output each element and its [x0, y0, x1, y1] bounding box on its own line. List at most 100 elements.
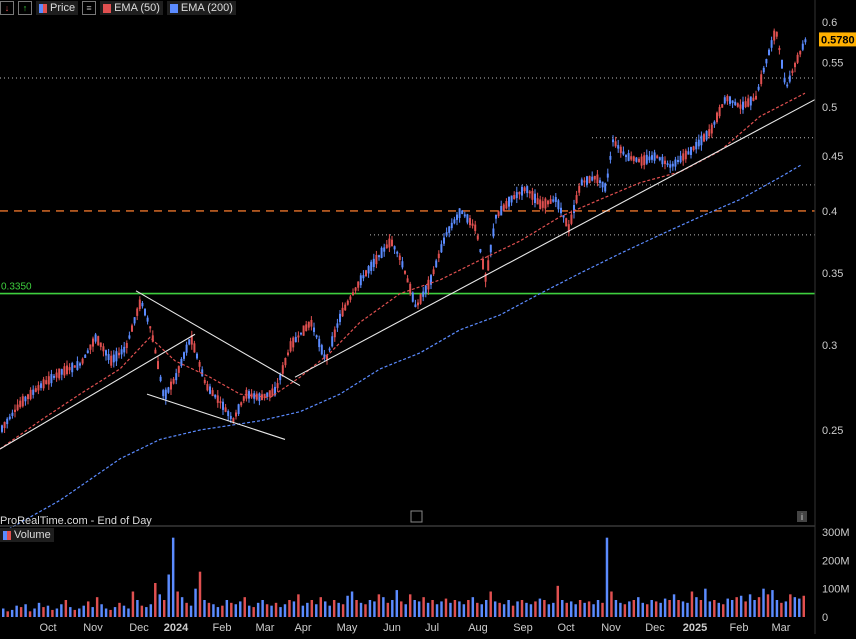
- candle-body: [86, 350, 89, 354]
- candle-body: [466, 214, 469, 223]
- volume-bar: [395, 590, 399, 617]
- volume-bar: [127, 608, 130, 617]
- ema200-legend[interactable]: EMA (200): [166, 1, 236, 15]
- volume-bar: [46, 605, 50, 617]
- candle-body: [492, 228, 495, 237]
- candle-body: [128, 335, 131, 339]
- volume-bar: [382, 597, 385, 617]
- menu-icon[interactable]: ≡: [82, 1, 97, 15]
- support-level-label: 0.3350: [1, 282, 32, 293]
- candle-body: [216, 395, 219, 403]
- price-legend[interactable]: Price: [36, 1, 79, 15]
- volume-legend[interactable]: Volume: [0, 528, 54, 542]
- candle-body: [123, 346, 126, 353]
- candle-body: [328, 348, 331, 351]
- volume-bar: [337, 602, 340, 617]
- candle-body: [47, 376, 50, 385]
- buy-arrow-icon[interactable]: ↑: [18, 1, 32, 15]
- toolbar: ↓ ↑ Price ≡ EMA (50) EMA (200): [0, 0, 236, 16]
- candle-body: [778, 47, 781, 51]
- candle-body: [710, 124, 713, 134]
- volume-bar: [646, 604, 649, 617]
- volume-bar: [493, 601, 497, 617]
- volume-bar: [230, 602, 233, 617]
- volume-bar: [10, 609, 14, 617]
- candle-body: [157, 361, 159, 370]
- candle-body: [214, 394, 217, 398]
- volume-bar: [239, 601, 242, 617]
- volume-bar: [368, 600, 372, 617]
- volume-bar: [547, 604, 551, 617]
- volume-bar: [569, 601, 573, 617]
- price-tick-label: 0.3: [822, 340, 837, 352]
- candle-body: [60, 369, 63, 375]
- candle-body: [674, 159, 677, 167]
- candle-body: [801, 43, 804, 50]
- candle-body: [136, 308, 139, 316]
- candle-body: [396, 251, 399, 254]
- sell-arrow-icon[interactable]: ↓: [0, 1, 14, 15]
- candle-body: [562, 215, 565, 218]
- volume-bar: [717, 602, 721, 617]
- volume-bar: [587, 601, 591, 617]
- candle-body: [502, 204, 505, 211]
- volume-bar: [373, 601, 376, 617]
- candle-body: [679, 155, 682, 163]
- candle-body: [578, 185, 581, 193]
- candle-body: [242, 396, 245, 401]
- candle-body: [289, 341, 292, 352]
- volume-bar: [713, 600, 716, 617]
- candle-body: [788, 75, 791, 82]
- candle-body: [736, 103, 739, 107]
- volume-bar: [757, 597, 761, 617]
- volume-bar: [221, 605, 224, 617]
- candle-body: [287, 352, 289, 356]
- candle-body: [435, 260, 438, 268]
- candle-body: [554, 197, 557, 203]
- candle-body: [302, 325, 305, 336]
- volume-bar: [60, 604, 63, 617]
- candle-body: [531, 191, 534, 200]
- volume-bar: [86, 601, 90, 617]
- candle-body: [669, 164, 672, 168]
- candle-body: [640, 156, 643, 166]
- candle-body: [175, 373, 178, 381]
- candle-body: [365, 270, 367, 277]
- candle-body: [89, 344, 92, 350]
- candle-body: [627, 153, 630, 161]
- volume-bar: [100, 604, 103, 617]
- volume-bar: [614, 600, 618, 617]
- chart-window: 0.3350 0.6 0.55 0.5 0.45 0.4 0.35 0.3 0.25 0.578…: [0, 0, 856, 634]
- candle-body: [315, 335, 318, 338]
- volume-bar: [771, 590, 774, 617]
- volume-bar: [28, 611, 32, 617]
- candle-body: [586, 176, 588, 185]
- price-tick-label: 0.4: [822, 206, 837, 218]
- candle-body: [635, 157, 638, 162]
- time-tick-label: Feb: [730, 622, 749, 634]
- volume-bar: [149, 604, 153, 617]
- price-tick-label: 0.55: [822, 58, 843, 70]
- volume-bar: [578, 600, 582, 617]
- candle-body: [671, 163, 674, 167]
- candle-body: [695, 141, 698, 150]
- volume-bar: [346, 595, 349, 617]
- candle-body: [115, 351, 118, 362]
- candle-body: [762, 67, 765, 73]
- candle-body: [705, 130, 708, 140]
- volume-bar: [404, 604, 407, 617]
- candle-body: [14, 409, 16, 412]
- candle-body: [71, 363, 74, 373]
- volume-bar: [659, 602, 662, 617]
- candle-body: [617, 145, 620, 149]
- volume-bar: [140, 605, 144, 617]
- candle-body: [601, 181, 604, 188]
- ema50-legend[interactable]: EMA (50): [100, 1, 163, 15]
- volume-bar: [55, 608, 59, 617]
- candle-body: [167, 387, 170, 393]
- volume-bar: [355, 600, 358, 617]
- candle-body: [37, 385, 40, 391]
- candle-body: [747, 98, 750, 107]
- volume-bar: [516, 601, 519, 617]
- volume-bar: [122, 605, 126, 617]
